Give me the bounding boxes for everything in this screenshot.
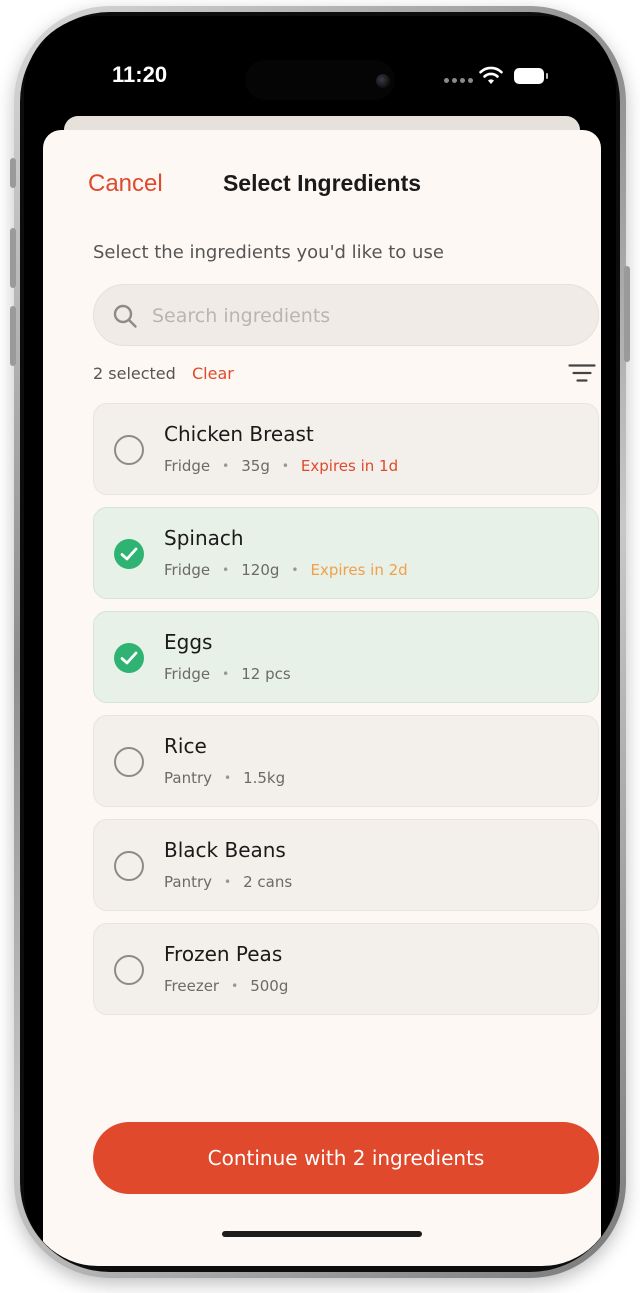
ingredient-meta: Fridge • 12 pcs xyxy=(164,665,291,683)
separator-dot: • xyxy=(222,563,230,577)
wifi-icon xyxy=(479,66,503,84)
checkmark-circle[interactable] xyxy=(114,643,144,673)
selection-radio[interactable] xyxy=(114,435,144,465)
selection-radio[interactable] xyxy=(114,955,144,985)
ingredient-item[interactable]: Eggs Fridge • 12 pcs xyxy=(93,611,599,703)
ingredient-meta: Pantry • 1.5kg xyxy=(164,769,285,787)
side-button xyxy=(624,266,630,362)
separator-dot: • xyxy=(291,563,299,577)
volume-down-button xyxy=(10,306,16,366)
ingredient-name: Frozen Peas xyxy=(164,942,283,966)
ingredient-meta: Fridge • 120g • Expires in 2d xyxy=(164,561,408,579)
ingredient-location: Fridge xyxy=(164,665,211,683)
selection-radio[interactable] xyxy=(114,747,144,777)
ingredient-item[interactable]: Frozen Peas Freezer • 500g xyxy=(93,923,599,1015)
selected-count: 2 selected xyxy=(93,364,176,383)
ingredient-location: Pantry xyxy=(164,873,212,891)
clear-button[interactable]: Clear xyxy=(192,364,234,383)
checkmark-circle[interactable] xyxy=(114,539,144,569)
expiry-label: Expires in 1d xyxy=(300,457,399,475)
action-button xyxy=(10,158,16,188)
ingredient-name: Spinach xyxy=(164,526,244,550)
dynamic-island xyxy=(245,60,395,100)
checkmark-icon xyxy=(120,651,138,665)
cellular-signal-icon xyxy=(444,78,473,83)
separator-dot: • xyxy=(224,875,232,889)
ingredient-location: Freezer xyxy=(164,977,220,995)
instructions-text: Select the ingredients you'd like to use xyxy=(93,242,444,263)
ingredient-location: Pantry xyxy=(164,769,212,787)
ingredient-meta: Pantry • 2 cans xyxy=(164,873,292,891)
ingredient-amount: 2 cans xyxy=(243,873,293,891)
ingredient-name: Eggs xyxy=(164,630,213,654)
separator-dot: • xyxy=(222,459,230,473)
ingredient-amount: 12 pcs xyxy=(241,665,291,683)
ingredient-name: Chicken Breast xyxy=(164,422,314,446)
ingredient-meta: Fridge • 35g • Expires in 1d xyxy=(164,457,398,475)
search-bar[interactable] xyxy=(93,284,599,347)
select-ingredients-sheet: Cancel Select Ingredients Select the ing… xyxy=(43,130,601,1266)
ingredient-item[interactable]: Black Beans Pantry • 2 cans xyxy=(93,819,599,911)
camera-icon xyxy=(376,74,390,88)
expiry-label: Expires in 2d xyxy=(310,561,408,579)
volume-up-button xyxy=(10,228,16,288)
ingredient-meta: Freezer • 500g xyxy=(164,977,288,995)
home-indicator[interactable] xyxy=(222,1231,422,1237)
ingredient-list: Chicken Breast Fridge • 35g • Expires in … xyxy=(93,403,599,1027)
ingredient-amount: 500g xyxy=(250,977,289,995)
battery-icon xyxy=(514,68,548,84)
separator-dot: • xyxy=(281,459,289,473)
separator-dot: • xyxy=(222,667,230,681)
status-time: 11:20 xyxy=(112,62,168,87)
page-title: Select Ingredients xyxy=(222,170,422,196)
ingredient-amount: 120g xyxy=(241,561,280,579)
ingredient-name: Rice xyxy=(164,734,207,758)
ingredient-item[interactable]: Rice Pantry • 1.5kg xyxy=(93,715,599,807)
continue-button[interactable]: Continue with 2 ingredients xyxy=(93,1122,599,1194)
ingredient-amount: 1.5kg xyxy=(243,769,286,787)
ingredient-location: Fridge xyxy=(164,561,211,579)
screen: 11:20 Cancel Select Ingredients Select t… xyxy=(24,16,616,1266)
separator-dot: • xyxy=(224,771,232,785)
ingredient-location: Fridge xyxy=(164,457,211,475)
search-input[interactable] xyxy=(150,285,574,347)
selection-radio[interactable] xyxy=(114,851,144,881)
ingredient-item[interactable]: Spinach Fridge • 120g • Expires in 2d xyxy=(93,507,599,599)
separator-dot: • xyxy=(231,979,239,993)
search-icon xyxy=(113,304,137,328)
filter-icon[interactable] xyxy=(568,363,596,383)
ingredient-amount: 35g xyxy=(241,457,270,475)
checkmark-icon xyxy=(120,547,138,561)
ingredient-name: Black Beans xyxy=(164,838,286,862)
ingredient-item[interactable]: Chicken Breast Fridge • 35g • Expires in … xyxy=(93,403,599,495)
